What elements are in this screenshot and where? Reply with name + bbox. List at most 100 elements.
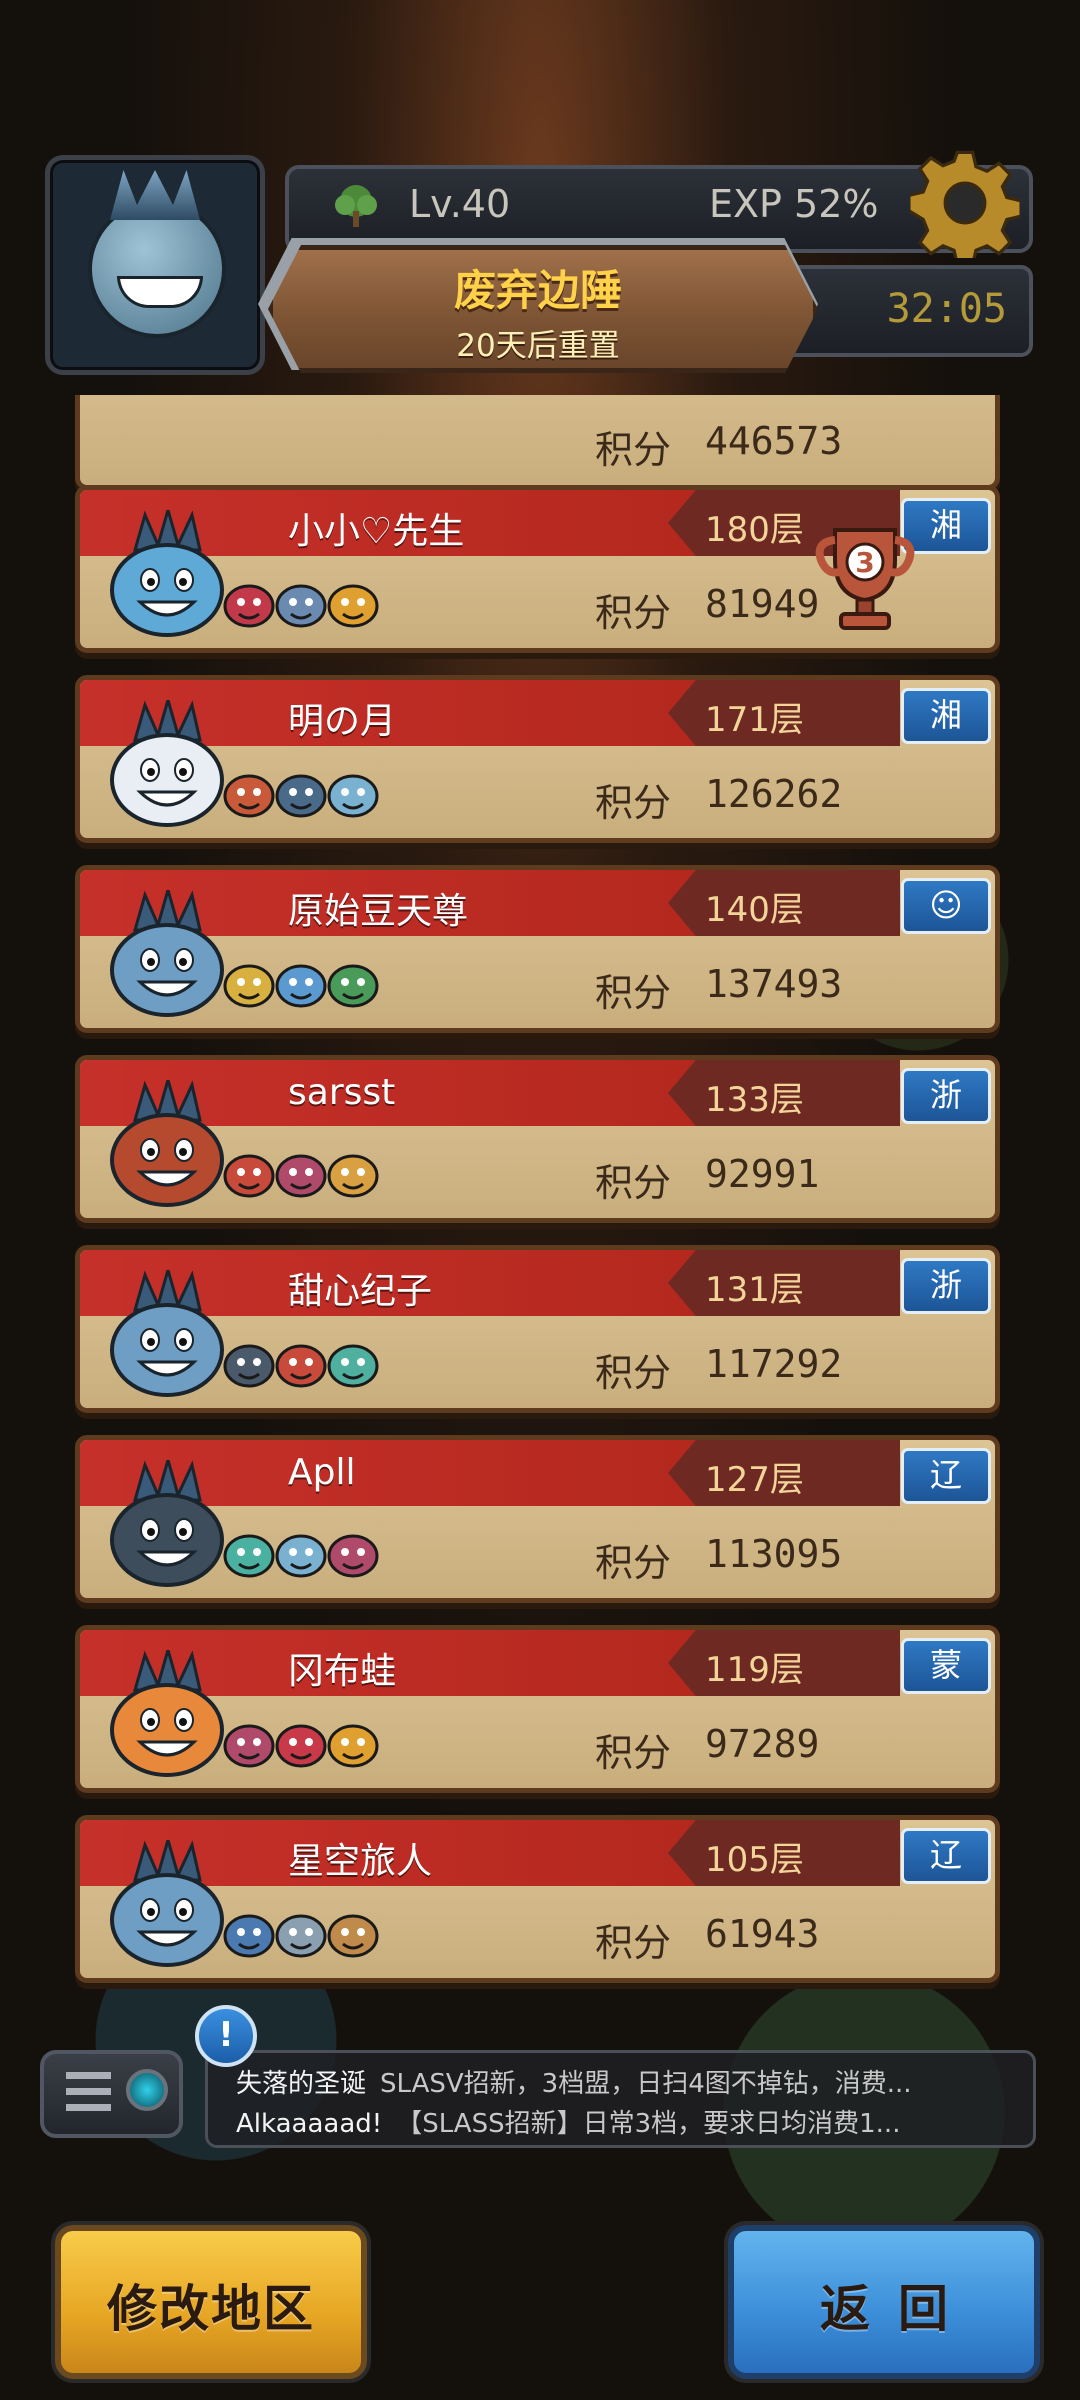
region-badge: 蒙 (901, 1638, 991, 1694)
monster-avatar-icon (110, 700, 224, 827)
change-region-button[interactable]: 修改地区 (55, 2225, 367, 2379)
pet-icon (275, 774, 327, 818)
monster-avatar-icon (110, 1460, 224, 1587)
score-label: 积分 (595, 781, 672, 825)
svg-text:3: 3 (855, 546, 874, 579)
score-value: 446573 (705, 419, 843, 463)
pet-icon (327, 584, 379, 628)
area-title: 废弃边陲 (453, 266, 622, 315)
pet-icon (327, 1914, 379, 1958)
chat-message: 失落的圣诞 SLASV招新，3档盟，日扫4图不掉钻，消费... (236, 2063, 912, 2100)
player-avatar[interactable] (45, 155, 265, 375)
region-badge: 辽 (901, 1828, 991, 1884)
leaderboard-row[interactable]: 明の月 171层 积分 126262 湘 (75, 675, 1000, 843)
back-label: 返回 (820, 2280, 976, 2338)
tree-icon (335, 185, 377, 227)
floor-count: 127层 (705, 1460, 804, 1500)
chat-sender: Alkaaaaad! (236, 2109, 383, 2139)
leaderboard-row[interactable]: 原始豆天尊 140层 积分 137493 ☺ (75, 865, 1000, 1033)
gear-icon[interactable] (910, 148, 1020, 258)
monster-avatar-icon (110, 510, 224, 637)
score-value: 117292 (705, 1342, 843, 1386)
pet-icon (327, 1534, 379, 1578)
back-button[interactable]: 返回 (728, 2225, 1040, 2379)
monster-avatar-icon (110, 1270, 224, 1397)
leaderboard-row-partial[interactable]: 积分 446573 (75, 395, 1000, 490)
chat-text: SLASV招新，3档盟，日扫4图不掉钻，消费... (380, 2069, 912, 2099)
chat-text: 【SLASS招新】日常3档，要求日均消费1... (396, 2109, 901, 2139)
chat-preview[interactable]: 失落的圣诞 SLASV招新，3档盟，日扫4图不掉钻，消费... Alkaaaaad… (205, 2050, 1036, 2148)
reset-countdown: 20天后重置 (456, 328, 620, 364)
level-label: Lv.40 (409, 182, 511, 226)
menu-lines-icon (66, 2072, 111, 2112)
chat-message: Alkaaaaad! 【SLASS招新】日常3档，要求日均消费1... (236, 2103, 900, 2140)
chat-button[interactable] (40, 2050, 183, 2138)
score-label: 积分 (595, 1921, 672, 1965)
pet-icon (275, 1534, 327, 1578)
pet-icon (223, 584, 275, 628)
floor-count: 119层 (705, 1650, 804, 1690)
leaderboard-row[interactable]: Apll 127层 积分 113095 辽 (75, 1435, 1000, 1603)
radar-icon (126, 2069, 168, 2111)
chat-sender: 失落的圣诞 (236, 2069, 367, 2099)
player-name: 冈布蛙 (288, 1651, 397, 1692)
floor-count: 133层 (705, 1080, 804, 1120)
pet-icon (275, 1154, 327, 1198)
region-badge: 辽 (901, 1448, 991, 1504)
exp-label: EXP 52% (709, 182, 879, 226)
pet-icon (223, 1914, 275, 1958)
score-label: 积分 (595, 1731, 672, 1775)
change-region-label: 修改地区 (107, 2280, 315, 2338)
score-label: 积分 (595, 1351, 672, 1395)
leaderboard-row[interactable]: 小小♡先生 180层 积分 81949 湘 3 (75, 485, 1000, 653)
pet-icon (275, 1914, 327, 1958)
floor-count: 140层 (705, 890, 804, 930)
leaderboard-list[interactable]: 积分 446573 小小♡先生 180层 积分 81949 湘 3 明の月 17… (0, 395, 1080, 1995)
pet-icon (327, 1344, 379, 1388)
trophy-icon: 3 (815, 528, 915, 630)
player-name: 明の月 (288, 701, 397, 742)
score-value: 137493 (705, 962, 843, 1006)
leaderboard-row[interactable]: 冈布蛙 119层 积分 97289 蒙 (75, 1625, 1000, 1793)
leaderboard-row[interactable]: 甜心纪子 131层 积分 117292 浙 (75, 1245, 1000, 1413)
region-badge: 浙 (901, 1258, 991, 1314)
monster-avatar-icon (110, 1840, 224, 1967)
pet-icon (327, 1154, 379, 1198)
monster-avatar-icon (110, 890, 224, 1017)
region-badge: ☺ (901, 878, 991, 934)
score-value: 61943 (705, 1912, 820, 1956)
player-name: 甜心纪子 (288, 1271, 433, 1312)
pet-icon (275, 1724, 327, 1768)
floor-count: 105层 (705, 1840, 804, 1880)
score-value: 81949 (705, 582, 820, 626)
monster-avatar-icon (110, 1080, 224, 1207)
pet-icon (275, 584, 327, 628)
region-badge: 浙 (901, 1068, 991, 1124)
pet-icon (327, 964, 379, 1008)
pet-icon (223, 774, 275, 818)
pet-icon (223, 1344, 275, 1388)
player-name: Apll (288, 1452, 356, 1493)
monster-avatar-icon (110, 1650, 224, 1777)
player-name: sarsst (288, 1072, 396, 1113)
pet-icon (275, 1344, 327, 1388)
pet-icon (223, 1534, 275, 1578)
player-name: 原始豆天尊 (288, 891, 469, 932)
player-name: 星空旅人 (288, 1841, 433, 1882)
score-label: 积分 (595, 1161, 672, 1205)
floor-count: 171层 (705, 700, 804, 740)
alert-icon[interactable]: ! (195, 2005, 257, 2067)
leaderboard-row[interactable]: sarsst 133层 积分 92991 浙 (75, 1055, 1000, 1223)
score-value: 113095 (705, 1532, 843, 1576)
score-value: 92991 (705, 1152, 820, 1196)
pet-icon (223, 964, 275, 1008)
avatar-monster-icon (88, 200, 226, 338)
region-badge: 湘 (901, 688, 991, 744)
leaderboard-row[interactable]: 星空旅人 105层 积分 61943 辽 (75, 1815, 1000, 1983)
pet-icon (327, 1724, 379, 1768)
pet-icon (223, 1154, 275, 1198)
floor-count: 131层 (705, 1270, 804, 1310)
score-value: 97289 (705, 1722, 820, 1766)
pet-icon (327, 774, 379, 818)
score-label: 积分 (595, 428, 672, 472)
